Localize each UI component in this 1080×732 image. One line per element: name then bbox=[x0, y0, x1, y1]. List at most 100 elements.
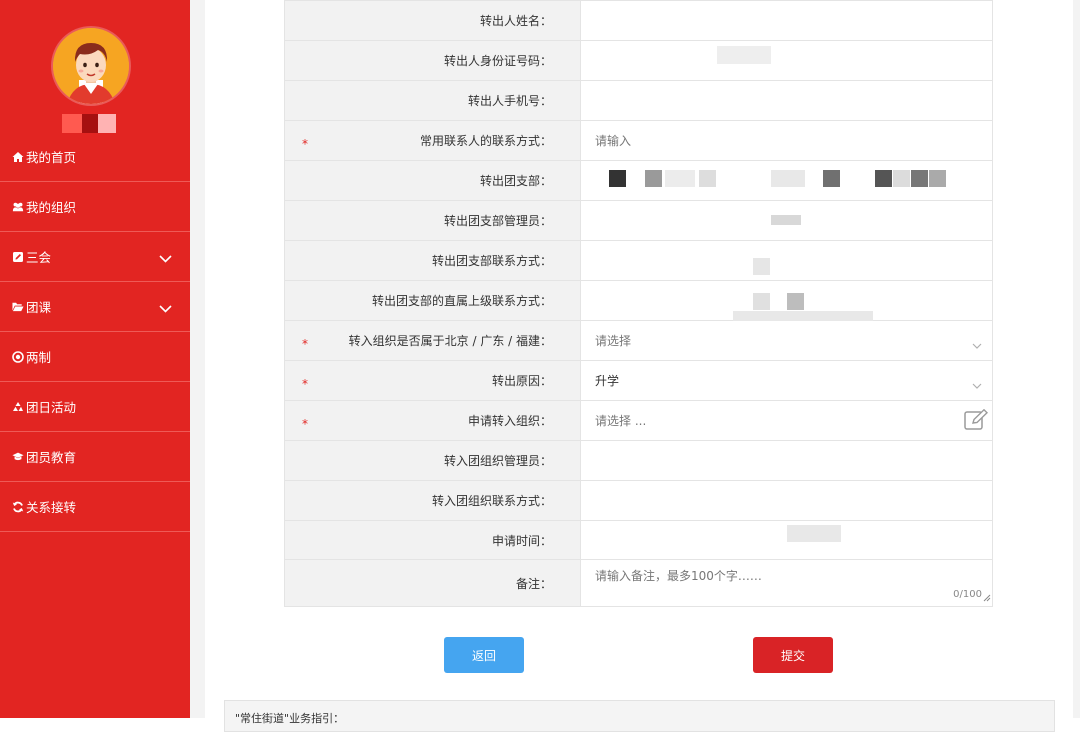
required-mark: * bbox=[302, 376, 308, 391]
sidebar-item-two-systems[interactable]: 两制 bbox=[0, 332, 190, 382]
from-branch-superior-contact-value bbox=[580, 280, 993, 328]
transferor-id-value bbox=[580, 40, 993, 81]
users-icon bbox=[12, 201, 24, 213]
transfer-form: 转出人姓名： 转出人身份证号码： 转出人手机号： * 常用联系人的联系方式： 请… bbox=[284, 0, 993, 607]
target-org-admin-value bbox=[580, 440, 993, 481]
submit-button[interactable]: 提交 bbox=[753, 637, 833, 673]
form-row-from-branch: 转出团支部： bbox=[284, 160, 993, 201]
redacted-value bbox=[753, 258, 770, 275]
field-label: 转出团支部联系方式： bbox=[284, 240, 581, 281]
chevron-down-icon bbox=[972, 338, 982, 352]
form-row-from-branch-admin: 转出团支部管理员： bbox=[284, 200, 993, 241]
avatar[interactable] bbox=[53, 28, 129, 104]
form-row-apply-time: 申请时间： bbox=[284, 520, 993, 560]
redacted-value bbox=[645, 170, 662, 187]
chevron-down-icon bbox=[159, 301, 172, 316]
region-select-placeholder: 请选择 bbox=[595, 334, 632, 348]
redacted-value bbox=[699, 170, 716, 187]
sidebar-item-league-course[interactable]: 团课 bbox=[0, 282, 190, 332]
redacted-value bbox=[787, 293, 804, 310]
required-mark: * bbox=[302, 416, 308, 431]
from-branch-value bbox=[580, 160, 993, 201]
required-mark: * bbox=[302, 136, 308, 151]
target-org-contact-value bbox=[580, 480, 993, 521]
form-row-target-org: * 申请转入组织： 请选择 ... bbox=[284, 400, 993, 441]
sidebar-item-label: 三会 bbox=[26, 250, 52, 265]
form-row-from-branch-contact: 转出团支部联系方式： bbox=[284, 240, 993, 281]
required-mark: * bbox=[302, 336, 308, 351]
from-branch-contact-value bbox=[580, 240, 993, 281]
resize-handle-icon[interactable] bbox=[983, 591, 991, 605]
field-label: 申请时间： bbox=[284, 520, 581, 560]
form-row-remark: 备注： 请输入备注，最多100个字…… 0/100 bbox=[284, 559, 993, 607]
sidebar-item-label: 团员教育 bbox=[26, 450, 77, 465]
redacted-value bbox=[609, 170, 626, 187]
edit-icon bbox=[12, 251, 24, 263]
redacted-value bbox=[911, 170, 928, 187]
form-row-transferor-phone: 转出人手机号： bbox=[284, 80, 993, 121]
remark-placeholder: 请输入备注，最多100个字…… bbox=[595, 569, 762, 583]
field-label: 转入团组织管理员： bbox=[284, 440, 581, 481]
sidebar-item-relation-transfer[interactable]: 关系接转 bbox=[0, 482, 190, 532]
redacted-value bbox=[823, 170, 840, 187]
field-label: 转入团组织联系方式： bbox=[284, 480, 581, 521]
char-counter: 0/100 bbox=[953, 589, 982, 600]
field-label: 备注： bbox=[284, 559, 581, 607]
sidebar-item-label: 我的首页 bbox=[26, 150, 77, 165]
apply-time-value bbox=[580, 520, 993, 560]
redacted-value bbox=[787, 525, 841, 542]
form-row-target-org-contact: 转入团组织联系方式： bbox=[284, 480, 993, 521]
field-label: * 转出原因： bbox=[284, 360, 581, 401]
sidebar-item-label: 两制 bbox=[26, 350, 52, 365]
remark-textarea[interactable]: 请输入备注，最多100个字…… 0/100 bbox=[580, 559, 993, 607]
redacted-value bbox=[929, 170, 946, 187]
transferor-name-value bbox=[580, 0, 993, 41]
sidebar-item-label: 关系接转 bbox=[26, 500, 77, 515]
edit-icon[interactable] bbox=[964, 408, 990, 434]
redacted-value bbox=[717, 46, 771, 64]
chevron-down-icon bbox=[159, 251, 172, 266]
form-row-contact: * 常用联系人的联系方式： 请输入 bbox=[284, 120, 993, 161]
reason-select[interactable]: 升学 bbox=[580, 360, 993, 401]
sidebar-item-member-education[interactable]: 团员教育 bbox=[0, 432, 190, 482]
sidebar-item-three-meetings[interactable]: 三会 bbox=[0, 232, 190, 282]
target-org-picker[interactable]: 请选择 ... bbox=[580, 400, 993, 441]
target-icon bbox=[12, 350, 24, 363]
contact-input[interactable]: 请输入 bbox=[580, 120, 993, 161]
back-button[interactable]: 返回 bbox=[444, 637, 524, 673]
target-org-placeholder: 请选择 ... bbox=[595, 414, 647, 428]
sidebar-item-league-day[interactable]: 团日活动 bbox=[0, 382, 190, 432]
form-row-transferor-id: 转出人身份证号码： bbox=[284, 40, 993, 81]
redacted-value bbox=[753, 293, 770, 310]
sidebar-item-label: 我的组织 bbox=[26, 200, 77, 215]
transferor-phone-value bbox=[580, 80, 993, 121]
sidebar-item-my-org[interactable]: 我的组织 bbox=[0, 182, 190, 232]
sidebar-menu: 我的首页 我的组织 三会 团课 两制 团日活动 团员教育 关系接转 bbox=[0, 132, 190, 532]
redacted-value bbox=[771, 170, 805, 187]
refresh-icon bbox=[12, 501, 24, 513]
region-select[interactable]: 请选择 bbox=[580, 320, 993, 361]
field-label: * 转入组织是否属于北京 / 广东 / 福建： bbox=[284, 320, 581, 361]
from-branch-admin-value bbox=[580, 200, 993, 241]
form-row-reason: * 转出原因： 升学 bbox=[284, 360, 993, 401]
sidebar-item-home[interactable]: 我的首页 bbox=[0, 132, 190, 182]
reason-select-value: 升学 bbox=[595, 374, 620, 388]
field-label: * 申请转入组织： bbox=[284, 400, 581, 441]
sidebar-item-label: 团课 bbox=[26, 300, 52, 315]
form-row-transferor-name: 转出人姓名： bbox=[284, 0, 993, 41]
field-label: 转出人手机号： bbox=[284, 80, 581, 121]
field-label: 转出团支部的直属上级联系方式： bbox=[284, 280, 581, 321]
contact-placeholder: 请输入 bbox=[595, 134, 632, 148]
user-name-redacted bbox=[62, 114, 116, 133]
business-guide-box: "常住街道"业务指引： bbox=[224, 700, 1055, 732]
form-row-target-org-admin: 转入团组织管理员： bbox=[284, 440, 993, 481]
sidebar: 我的首页 我的组织 三会 团课 两制 团日活动 团员教育 关系接转 bbox=[0, 0, 190, 718]
form-row-region-select: * 转入组织是否属于北京 / 广东 / 福建： 请选择 bbox=[284, 320, 993, 361]
sidebar-item-label: 团日活动 bbox=[26, 400, 77, 415]
field-label: * 常用联系人的联系方式： bbox=[284, 120, 581, 161]
field-label: 转出人姓名： bbox=[284, 0, 581, 41]
field-label: 转出人身份证号码： bbox=[284, 40, 581, 81]
home-icon bbox=[12, 151, 24, 163]
field-label: 转出团支部： bbox=[284, 160, 581, 201]
redacted-value bbox=[893, 170, 910, 187]
